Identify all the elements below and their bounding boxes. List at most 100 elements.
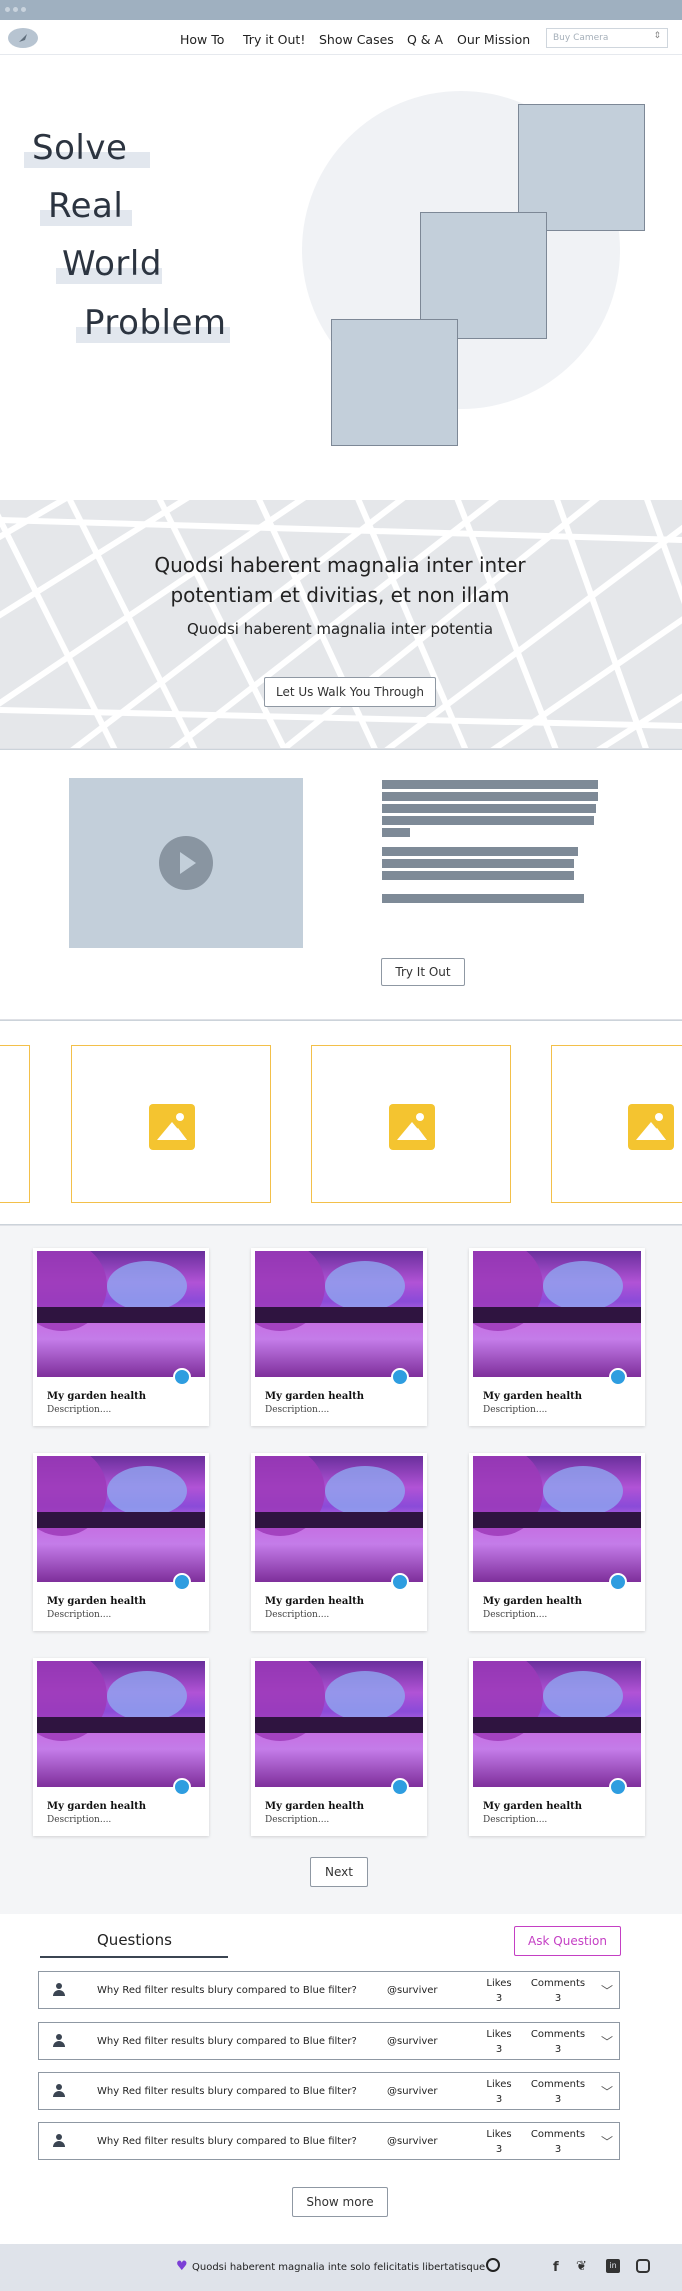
card-description: Description.... bbox=[483, 1610, 548, 1620]
comment-icon[interactable] bbox=[173, 1778, 191, 1796]
ask-question-button[interactable]: Ask Question bbox=[514, 1926, 621, 1956]
showcase-card[interactable]: My garden health Description.... bbox=[469, 1658, 645, 1836]
hero-word-solve: Solve bbox=[32, 128, 128, 168]
twitter-icon[interactable]: ❦ bbox=[576, 2259, 587, 2274]
carousel-card[interactable] bbox=[551, 1045, 682, 1203]
card-title: My garden health bbox=[483, 1391, 583, 1402]
user-icon bbox=[53, 1983, 65, 1996]
nav-link-try-it-out[interactable]: Try it Out! bbox=[243, 32, 305, 47]
showcase-card[interactable]: My garden health Description.... bbox=[251, 1248, 427, 1426]
buy-camera-select[interactable]: Buy Camera ⇕ bbox=[546, 28, 668, 48]
card-description: Description.... bbox=[265, 1405, 330, 1415]
video-placeholder[interactable] bbox=[69, 778, 303, 948]
card-title: My garden health bbox=[47, 1391, 147, 1402]
carousel-card[interactable] bbox=[311, 1045, 511, 1203]
showcase-grid: My garden health Description.... My gard… bbox=[0, 1226, 682, 1914]
facebook-icon[interactable]: f bbox=[553, 2260, 559, 2275]
comment-icon[interactable] bbox=[391, 1778, 409, 1796]
text-line-placeholder bbox=[382, 894, 584, 903]
intro-banner: Quodsi haberent magnalia inter inter pot… bbox=[0, 500, 682, 748]
question-author[interactable]: @surviver bbox=[387, 2136, 438, 2147]
showcase-card[interactable]: My garden health Description.... bbox=[33, 1453, 209, 1631]
card-photo bbox=[255, 1251, 423, 1377]
question-row[interactable]: Why Red filter results blury compared to… bbox=[38, 2072, 620, 2110]
tab-questions[interactable]: Questions bbox=[97, 1931, 172, 1949]
nav-link-show-cases[interactable]: Show Cases bbox=[319, 32, 394, 47]
instagram-icon[interactable] bbox=[636, 2259, 650, 2273]
window-dot bbox=[21, 7, 26, 12]
question-author[interactable]: @surviver bbox=[387, 1985, 438, 1996]
showcase-card[interactable]: My garden health Description.... bbox=[469, 1248, 645, 1426]
comment-icon[interactable] bbox=[609, 1573, 627, 1591]
showcase-card[interactable]: My garden health Description.... bbox=[33, 1248, 209, 1426]
likes-count: Likes 3 bbox=[486, 1978, 512, 2004]
nav-link-qa[interactable]: Q & A bbox=[407, 32, 443, 47]
chevron-down-icon[interactable]: ﹀ bbox=[601, 2033, 613, 2050]
card-title: My garden health bbox=[265, 1801, 365, 1812]
showcase-card[interactable]: My garden health Description.... bbox=[251, 1658, 427, 1836]
showcase-card[interactable]: My garden health Description.... bbox=[33, 1658, 209, 1836]
select-value: Buy Camera bbox=[553, 33, 609, 43]
likes-count: Likes 3 bbox=[486, 2129, 512, 2155]
question-text[interactable]: Why Red filter results blury compared to… bbox=[97, 2136, 357, 2147]
question-row[interactable]: Why Red filter results blury compared to… bbox=[38, 2122, 620, 2160]
showcase-card[interactable]: My garden health Description.... bbox=[251, 1453, 427, 1631]
walk-through-button[interactable]: Let Us Walk You Through bbox=[264, 677, 436, 707]
logo-icon[interactable] bbox=[8, 28, 38, 48]
chevron-down-icon[interactable]: ﹀ bbox=[601, 1982, 613, 1999]
show-more-button[interactable]: Show more bbox=[292, 2187, 388, 2217]
window-chrome bbox=[0, 0, 682, 20]
card-photo bbox=[37, 1456, 205, 1582]
card-description: Description.... bbox=[47, 1405, 112, 1415]
comment-icon[interactable] bbox=[173, 1573, 191, 1591]
question-text[interactable]: Why Red filter results blury compared to… bbox=[97, 2036, 357, 2047]
card-description: Description.... bbox=[47, 1610, 112, 1620]
card-title: My garden health bbox=[483, 1596, 583, 1607]
card-photo bbox=[473, 1251, 641, 1377]
comment-icon[interactable] bbox=[609, 1368, 627, 1386]
linkedin-icon[interactable]: in bbox=[606, 2259, 620, 2273]
github-icon[interactable] bbox=[486, 2258, 500, 2272]
comments-count: Comments 3 bbox=[530, 1978, 586, 2004]
image-carousel bbox=[0, 1020, 682, 1225]
question-author[interactable]: @surviver bbox=[387, 2036, 438, 2047]
showcase-card[interactable]: My garden health Description.... bbox=[469, 1453, 645, 1631]
card-title: My garden health bbox=[47, 1801, 147, 1812]
text-line-placeholder bbox=[382, 847, 578, 856]
text-line-placeholder bbox=[382, 859, 574, 868]
comments-count: Comments 3 bbox=[530, 2029, 586, 2055]
user-icon bbox=[53, 2134, 65, 2147]
card-description: Description.... bbox=[47, 1815, 112, 1825]
carousel-card[interactable] bbox=[71, 1045, 271, 1203]
text-line-placeholder bbox=[382, 804, 596, 813]
feature-section: Try It Out bbox=[0, 749, 682, 1019]
comments-count: Comments 3 bbox=[530, 2129, 586, 2155]
nav-link-our-mission[interactable]: Our Mission bbox=[457, 32, 530, 47]
chevron-down-icon[interactable]: ﹀ bbox=[601, 2133, 613, 2150]
try-it-out-button[interactable]: Try It Out bbox=[381, 958, 465, 986]
comment-icon[interactable] bbox=[609, 1778, 627, 1796]
comment-icon[interactable] bbox=[173, 1368, 191, 1386]
card-description: Description.... bbox=[265, 1815, 330, 1825]
tab-underline bbox=[40, 1956, 228, 1958]
question-text[interactable]: Why Red filter results blury compared to… bbox=[97, 1985, 357, 1996]
card-photo bbox=[255, 1661, 423, 1787]
question-row[interactable]: Why Red filter results blury compared to… bbox=[38, 1971, 620, 2009]
next-button[interactable]: Next bbox=[310, 1857, 368, 1887]
nav-link-how-to[interactable]: How To bbox=[180, 32, 224, 47]
comments-count: Comments 3 bbox=[530, 2079, 586, 2105]
hero-section: Solve Real World Problem bbox=[0, 55, 682, 500]
chevron-down-icon[interactable]: ﹀ bbox=[601, 2083, 613, 2100]
question-text[interactable]: Why Red filter results blury compared to… bbox=[97, 2086, 357, 2097]
text-line-placeholder bbox=[382, 792, 598, 801]
text-line-placeholder bbox=[382, 828, 410, 837]
comment-icon[interactable] bbox=[391, 1573, 409, 1591]
card-title: My garden health bbox=[265, 1391, 365, 1402]
card-description: Description.... bbox=[483, 1405, 548, 1415]
carousel-card[interactable] bbox=[0, 1045, 30, 1203]
question-row[interactable]: Why Red filter results blury compared to… bbox=[38, 2022, 620, 2060]
play-icon[interactable] bbox=[159, 836, 213, 890]
question-author[interactable]: @surviver bbox=[387, 2086, 438, 2097]
comment-icon[interactable] bbox=[391, 1368, 409, 1386]
page: How To Try it Out! Show Cases Q & A Our … bbox=[0, 0, 682, 2291]
